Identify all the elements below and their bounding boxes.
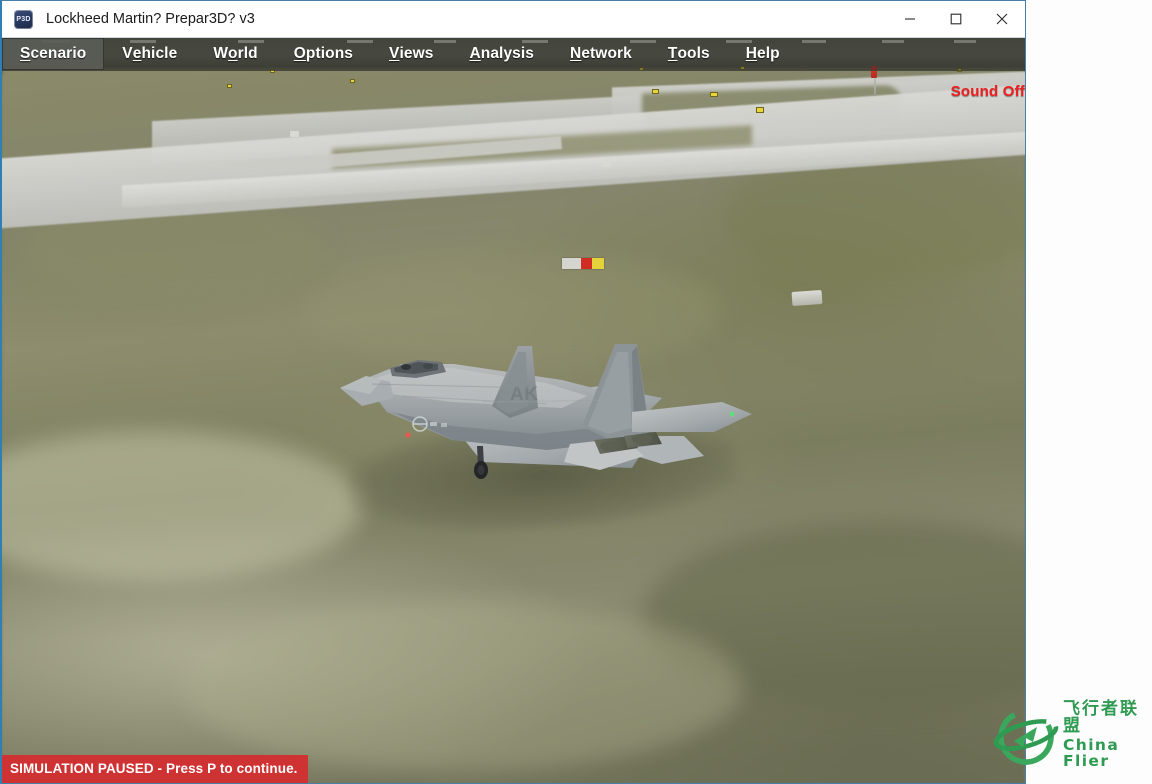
maximize-icon bbox=[950, 13, 962, 25]
menu-item-scenario[interactable]: Scenario bbox=[2, 38, 104, 70]
sound-status-overlay: Sound Off bbox=[951, 83, 1025, 100]
menu-item-vehicle[interactable]: Vehicle bbox=[104, 38, 195, 70]
minimize-icon bbox=[904, 13, 916, 25]
p3d-app-icon: P3D bbox=[14, 10, 33, 29]
terrain-ground bbox=[2, 69, 1025, 783]
menu-item-world[interactable]: World bbox=[195, 38, 275, 70]
simulation-viewport[interactable]: AK bbox=[2, 1, 1025, 783]
main-menu-bar: Scenario Vehicle World Options Views Ana… bbox=[2, 38, 1025, 71]
menu-item-views[interactable]: Views bbox=[371, 38, 451, 70]
window-title: Lockheed Martin? Prepar3D? v3 bbox=[46, 11, 255, 27]
menu-item-options[interactable]: Options bbox=[276, 38, 371, 70]
watermark-text: 飞行者联盟 China Flier bbox=[1063, 701, 1143, 769]
watermark-chinese: 飞行者联盟 bbox=[1063, 701, 1143, 735]
screen: AK bbox=[0, 0, 1152, 784]
maximize-button[interactable] bbox=[933, 1, 979, 37]
close-icon bbox=[996, 13, 1008, 25]
close-button[interactable] bbox=[979, 1, 1025, 37]
menu-item-network[interactable]: Network bbox=[552, 38, 650, 70]
window-controls bbox=[887, 1, 1025, 37]
menu-item-help[interactable]: Help bbox=[728, 38, 798, 70]
app-icon-label: P3D bbox=[16, 16, 30, 23]
menu-item-tools[interactable]: Tools bbox=[650, 38, 728, 70]
prepar3d-window: AK bbox=[0, 0, 1026, 784]
minimize-button[interactable] bbox=[887, 1, 933, 37]
window-title-bar[interactable]: P3D Lockheed Martin? Prepar3D? v3 bbox=[2, 1, 1025, 38]
simulation-paused-banner: SIMULATION PAUSED - Press P to continue. bbox=[2, 755, 308, 783]
menu-item-analysis[interactable]: Analysis bbox=[451, 38, 552, 70]
watermark-english: China Flier bbox=[1063, 738, 1143, 769]
